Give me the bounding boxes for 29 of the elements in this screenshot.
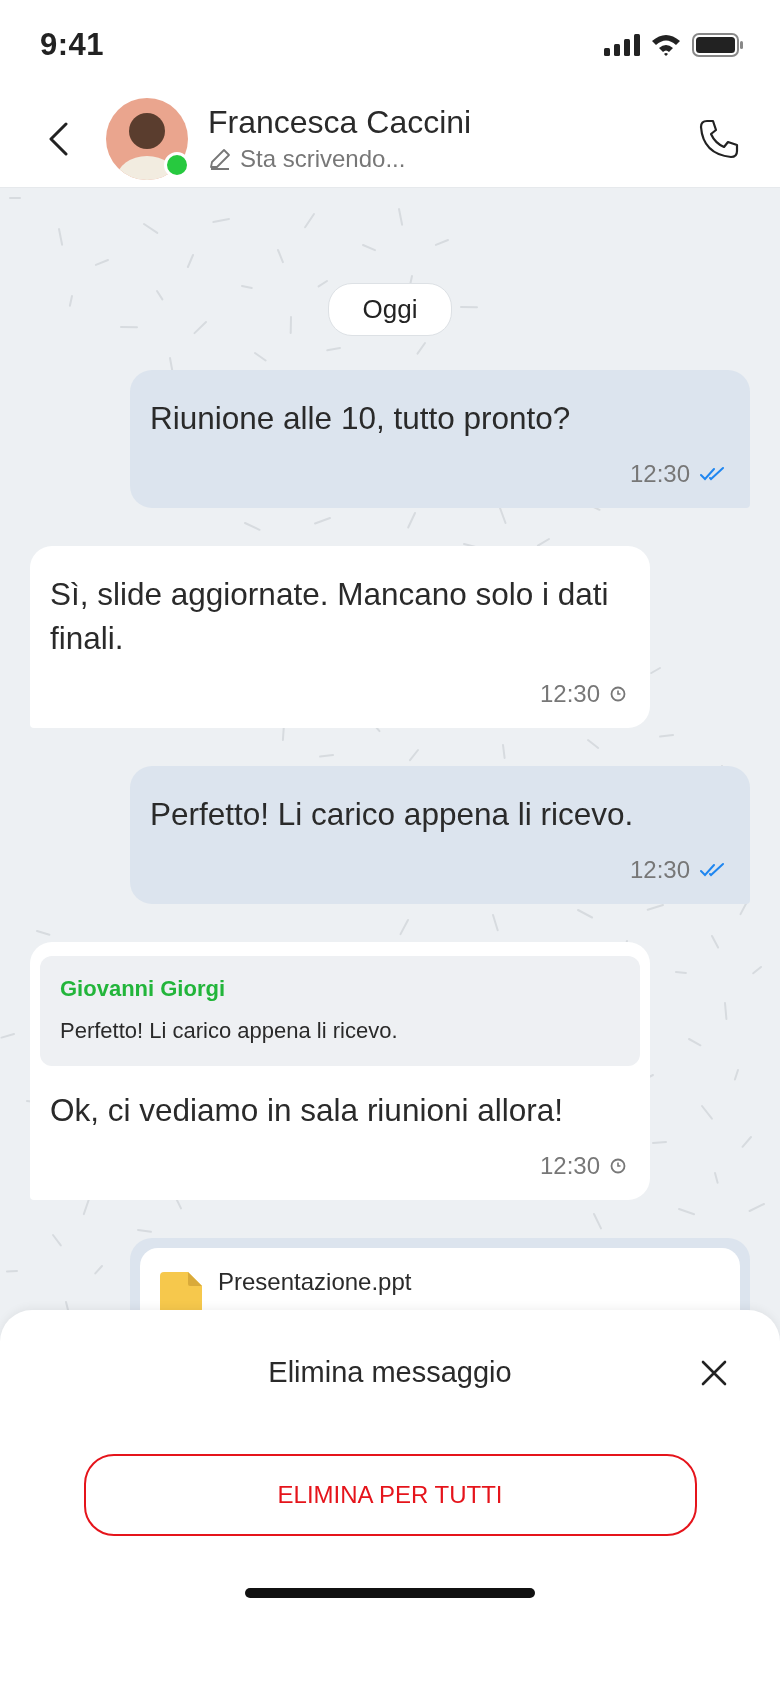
file-name: Presentazione.ppt	[218, 1268, 412, 1296]
date-chip: Oggi	[327, 283, 453, 336]
pencil-icon	[208, 147, 232, 171]
typing-status: Sta scrivendo...	[240, 145, 406, 173]
message-time: 12:30	[539, 1152, 600, 1180]
message-time: 12:30	[539, 680, 600, 708]
delete-for-all-button[interactable]: ELIMINA PER TUTTI	[83, 1454, 697, 1536]
signal-icon	[604, 34, 640, 56]
received-message-bubble[interactable]: Giovanni Giorgi Perfetto! Li carico appena li ricevo. Ok, ci vediamo in sala riunioni allora! 12:30	[30, 942, 650, 1200]
close-icon[interactable]	[701, 1360, 727, 1386]
quoted-message[interactable]: Giovanni Giorgi Perfetto! Li carico appena li ricevo.	[40, 956, 640, 1066]
quote-author: Giovanni Giorgi	[60, 976, 226, 1002]
quote-text: Perfetto! Li carico appena li ricevo.	[60, 1018, 399, 1044]
sent-message-bubble[interactable]: Perfetto! Li carico appena li ricevo. 12:30	[130, 766, 750, 904]
message-text: Riunione alle 10, tutto pronto?	[150, 399, 572, 438]
contact-name: Francesca Caccini	[208, 104, 473, 141]
message-text: Perfetto! Li carico appena li ricevo.	[150, 795, 635, 834]
battery-icon	[692, 33, 744, 57]
sheet-title: Elimina messaggio	[268, 1355, 512, 1389]
message-text: Ok, ci vediamo in sala riunioni allora!	[50, 1091, 564, 1130]
received-message-bubble[interactable]: Sì, slide aggiornate. Mancano solo i dati finali. 12:30	[30, 546, 650, 728]
message-time: 12:30	[629, 460, 690, 488]
sent-message-bubble[interactable]: Riunione alle 10, tutto pronto? 12:30	[130, 370, 750, 508]
message-text: Sì, slide aggiornate. Mancano solo i dati finali.	[50, 575, 610, 658]
phone-icon[interactable]	[698, 117, 740, 160]
clock-time: 9:41	[40, 27, 105, 63]
message-time: 12:30	[629, 856, 690, 884]
back-button[interactable]	[48, 121, 68, 156]
wifi-icon	[650, 33, 682, 57]
